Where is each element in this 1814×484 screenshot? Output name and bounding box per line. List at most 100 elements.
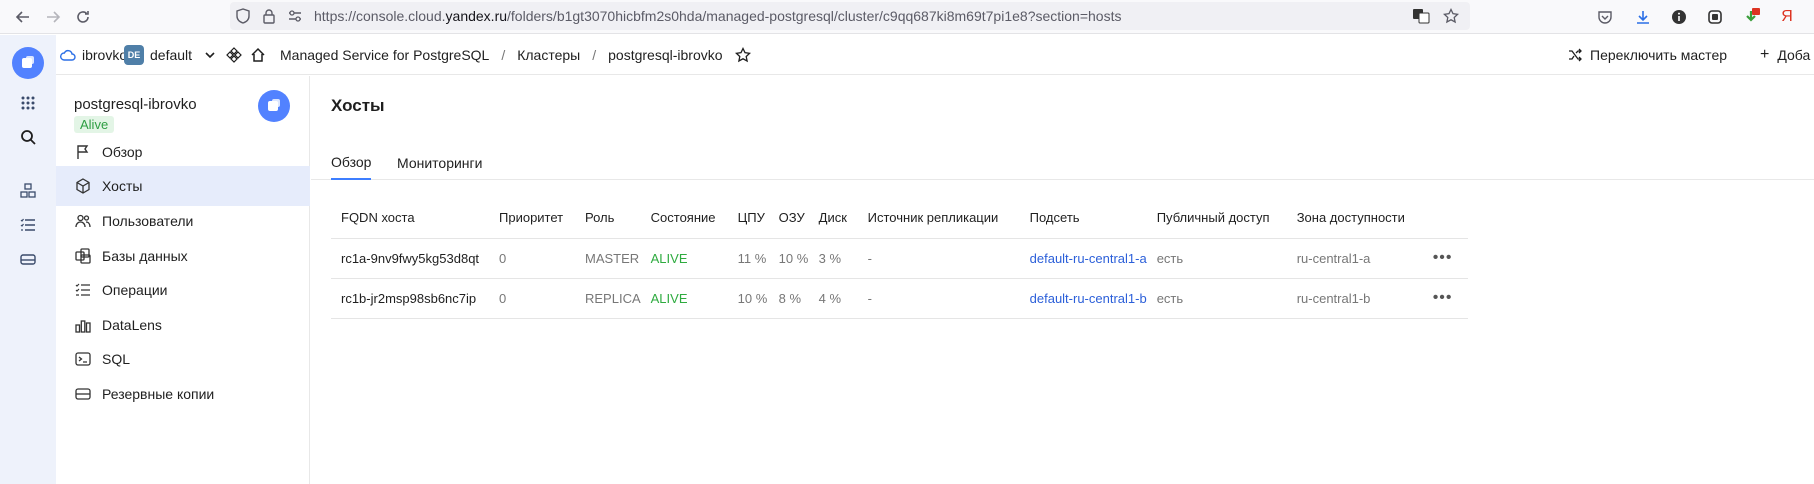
sidebar: postgresql-ibrovko Alive Обзор Хосты Пол… (56, 76, 310, 484)
add-label: Доба (1777, 47, 1811, 63)
breadcrumb-separator: / (501, 47, 506, 63)
sidebar-item-label: DataLens (102, 317, 162, 333)
sidebar-item-label: Пользователи (102, 213, 194, 229)
cloud-name: ibrovko (82, 47, 128, 63)
column-header: Источник репликации (857, 198, 1020, 239)
host-zone: ru-central1-a (1286, 238, 1423, 279)
storage-icon[interactable] (16, 247, 40, 271)
column-header: Состояние (640, 198, 728, 239)
apps-grid-icon[interactable] (16, 91, 40, 115)
main-content: Хосты Обзор Мониторинги FQDN хоста Приор… (311, 76, 1814, 484)
table-row[interactable]: rc1a-9nv9fwy5kg53d8qt 0 MASTER ALIVE 11 … (331, 238, 1468, 279)
column-header: Публичный доступ (1146, 198, 1287, 239)
host-ram: 8 % (768, 278, 809, 319)
sidebar-item-label: Обзор (102, 144, 143, 160)
shield-icon[interactable] (230, 2, 256, 30)
search-icon[interactable] (16, 125, 40, 149)
yandex-cloud-logo-icon[interactable] (12, 47, 44, 79)
info-icon[interactable] (1666, 4, 1692, 30)
browser-toolbar: https://console.cloud.yandex.ru/folders/… (0, 0, 1814, 34)
column-header: FQDN хоста (331, 198, 489, 239)
sidebar-item-label: Операции (102, 282, 168, 298)
switch-master-button[interactable]: Переключить мастер (1568, 35, 1727, 75)
translate-icon[interactable] (1408, 2, 1434, 30)
tab-overview[interactable]: Обзор (331, 146, 372, 180)
download-icon[interactable] (1630, 4, 1656, 30)
host-zone: ru-central1-b (1286, 278, 1423, 319)
home-icon[interactable] (250, 35, 266, 75)
host-role: REPLICA (575, 278, 641, 319)
sidebar-item-sql[interactable]: SQL (56, 339, 310, 379)
extension-icon[interactable] (1702, 4, 1728, 30)
host-ram: 10 % (768, 238, 809, 279)
column-header: Диск (808, 198, 858, 239)
column-header: Зона доступности (1286, 198, 1423, 239)
host-replication-source: - (857, 278, 1020, 319)
cloud-selector[interactable]: ibrovko (60, 35, 127, 75)
host-cpu: 11 % (727, 238, 769, 279)
host-cpu: 10 % (727, 278, 769, 319)
host-priority: 0 (489, 278, 575, 319)
service-icon[interactable] (226, 35, 242, 75)
plus-icon: + (1760, 46, 1770, 63)
cluster-name: postgresql-ibrovko (74, 96, 197, 113)
sidebar-item-label: Базы данных (102, 248, 188, 264)
bookmark-star-icon[interactable] (1438, 2, 1464, 30)
host-subnet-link[interactable]: default-ru-central1-a (1019, 238, 1147, 279)
host-role: MASTER (575, 238, 641, 279)
sidebar-item-backups[interactable]: Резервные копии (56, 374, 310, 414)
host-subnet-link[interactable]: default-ru-central1-b (1019, 278, 1147, 319)
sidebar-item-operations[interactable]: Операции (56, 270, 310, 310)
host-state: ALIVE (640, 278, 728, 319)
breadcrumb-service[interactable]: Managed Service for PostgreSQL (280, 47, 489, 63)
host-disk: 4 % (808, 278, 858, 319)
page-title: Хосты (331, 96, 385, 115)
breadcrumb: Managed Service for PostgreSQL / Кластер… (280, 35, 751, 75)
host-public-access: есть (1146, 238, 1287, 279)
lock-icon[interactable] (256, 2, 282, 30)
column-header: Приоритет (489, 198, 575, 239)
yandex-icon[interactable]: Я (1774, 4, 1800, 30)
list-icon[interactable] (16, 213, 40, 237)
sidebar-item-hosts[interactable]: Хосты (56, 166, 310, 206)
folder-badge: DE (124, 45, 144, 65)
breadcrumb-separator: / (592, 47, 597, 63)
database-icon (74, 247, 92, 265)
table-row[interactable]: rc1b-jr2msp98sb6nc7ip 0 REPLICA ALIVE 10… (331, 278, 1468, 319)
tab-monitoring[interactable]: Мониторинги (397, 146, 482, 180)
address-bar[interactable]: https://console.cloud.yandex.ru/folders/… (230, 2, 1470, 30)
page-settings-icon[interactable] (282, 2, 308, 30)
shuffle-icon (1569, 48, 1582, 62)
host-fqdn: rc1a-9nv9fwy5kg53d8qt (331, 238, 489, 279)
postgresql-icon (258, 90, 290, 122)
cloud-icon (60, 49, 76, 61)
url-text: https://console.cloud.yandex.ru/folders/… (314, 8, 1122, 24)
chevron-down-icon (205, 52, 215, 59)
forward-arrow-icon[interactable] (40, 4, 66, 30)
more-dots-icon: ••• (1432, 289, 1453, 306)
app-header: ibrovko DE default Managed Service for P… (56, 35, 1814, 75)
left-rail (0, 35, 56, 484)
favorite-star-icon[interactable] (734, 47, 751, 63)
sidebar-item-users[interactable]: Пользователи (56, 201, 310, 241)
row-menu-button[interactable]: ••• (1422, 238, 1468, 279)
breadcrumb-cluster: postgresql-ibrovko (608, 47, 723, 63)
terminal-icon (74, 350, 92, 368)
folder-selector[interactable]: DE default (124, 35, 216, 75)
reload-icon[interactable] (70, 4, 96, 30)
folder-name: default (150, 47, 193, 63)
row-menu-button[interactable]: ••• (1422, 278, 1468, 319)
add-button[interactable]: + Доба (1760, 35, 1810, 75)
tabs: Обзор Мониторинги (311, 146, 1814, 180)
switch-master-label: Переключить мастер (1590, 47, 1728, 63)
sidebar-item-label: Хосты (102, 178, 143, 194)
host-disk: 3 % (808, 238, 858, 279)
chart-icon (74, 316, 92, 334)
breadcrumb-clusters[interactable]: Кластеры (517, 47, 580, 63)
back-arrow-icon[interactable] (10, 4, 36, 30)
backup-icon (74, 385, 92, 403)
download-manager-icon[interactable] (1738, 4, 1764, 30)
pocket-icon[interactable] (1592, 4, 1618, 30)
column-header: ОЗУ (768, 198, 809, 239)
cluster-icon[interactable] (16, 179, 40, 203)
